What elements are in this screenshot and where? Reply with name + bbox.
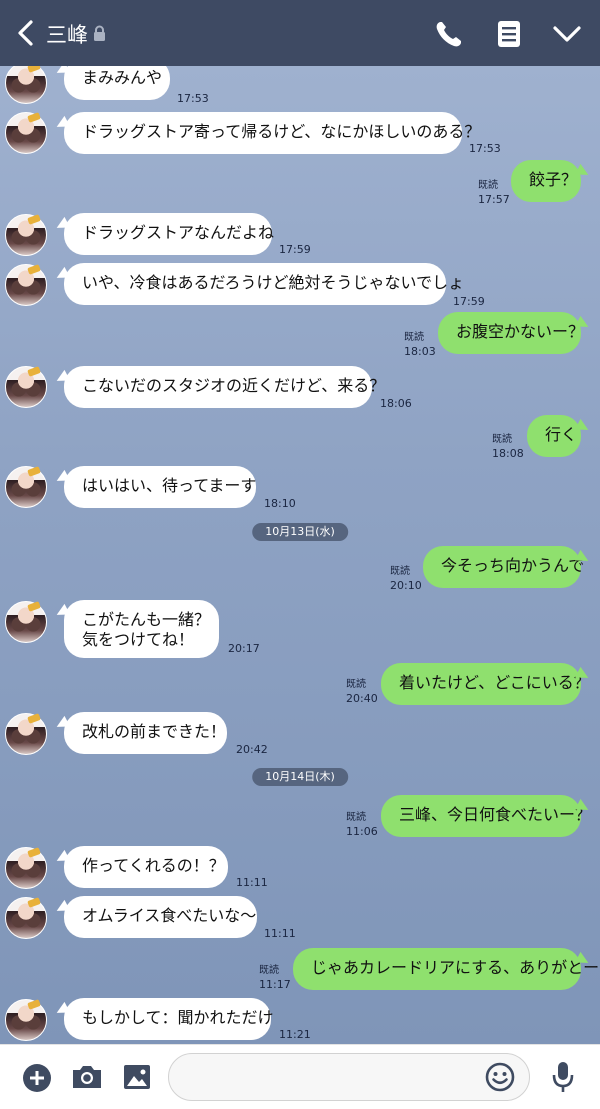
microphone-icon[interactable]: [548, 1059, 578, 1095]
message-time: 18:08: [492, 447, 524, 460]
chevron-left-icon[interactable]: [12, 17, 40, 49]
contact-avatar[interactable]: [5, 214, 47, 256]
message-bubble-incoming[interactable]: ドラッグストア寄って帰るけど、なにかほしいのある？: [64, 112, 480, 154]
chat-header: 三峰: [0, 0, 600, 66]
plus-circle-icon[interactable]: [21, 1062, 53, 1094]
message-time: 17:57: [478, 193, 510, 206]
message-bubble-outgoing[interactable]: 着いたけど、どこにいる？: [381, 663, 590, 705]
message-bubble-incoming[interactable]: こないだのスタジオの近くだけど、来る？: [64, 366, 385, 408]
message-bubble-incoming[interactable]: こがたんも一緒？ 気をつけてね！: [64, 600, 219, 658]
message-time: 17:59: [453, 295, 485, 308]
message-time: 11:11: [236, 876, 268, 889]
phone-icon[interactable]: [432, 18, 466, 50]
message-bubble-outgoing[interactable]: 餃子？: [511, 160, 581, 202]
chevron-down-icon[interactable]: [550, 18, 584, 50]
message-time: 11:06: [346, 825, 378, 838]
message-line: 気をつけてね！: [82, 630, 195, 649]
message-time: 18:03: [404, 345, 436, 358]
message-bubble-outgoing[interactable]: 今そっち向かうんで: [423, 546, 584, 588]
image-icon[interactable]: [121, 1062, 153, 1092]
read-receipt: 既読: [404, 332, 424, 343]
message-time: 20:17: [228, 642, 260, 655]
message-time: 11:21: [279, 1028, 311, 1041]
message-bubble-incoming[interactable]: ドラッグストアなんだよね: [64, 213, 274, 255]
message-time: 11:17: [259, 978, 291, 991]
read-receipt: 既読: [259, 965, 279, 976]
contact-avatar[interactable]: [5, 112, 47, 154]
camera-icon[interactable]: [70, 1062, 104, 1092]
chat-title[interactable]: 三峰: [46, 19, 88, 49]
read-receipt: 既読: [492, 434, 512, 445]
message-time: 18:10: [264, 497, 296, 510]
contact-avatar[interactable]: [5, 466, 47, 508]
read-receipt: 既読: [478, 180, 498, 191]
contact-avatar[interactable]: [5, 264, 47, 306]
contact-avatar[interactable]: [5, 999, 47, 1041]
message-time: 20:42: [236, 743, 268, 756]
contact-avatar[interactable]: [5, 366, 47, 408]
smiley-icon[interactable]: [484, 1061, 516, 1093]
message-time: 11:11: [264, 927, 296, 940]
message-bubble-incoming[interactable]: もしかして：聞かれただけ: [64, 998, 274, 1040]
date-separator: 10月14日(木): [252, 768, 348, 786]
message-input[interactable]: [168, 1053, 530, 1101]
contact-avatar[interactable]: [5, 847, 47, 889]
message-time: 20:40: [346, 692, 378, 705]
message-time: 17:53: [177, 92, 209, 105]
message-list[interactable]: まみみんや 17:53 ドラッグストア寄って帰るけど、なにかほしいのある？ 17…: [0, 66, 600, 1044]
date-separator: 10月13日(水): [252, 523, 348, 541]
read-receipt: 既読: [346, 812, 366, 823]
message-time: 17:59: [279, 243, 311, 256]
message-bubble-incoming[interactable]: 作ってくれるの！？: [64, 846, 228, 888]
message-time: 17:53: [469, 142, 501, 155]
message-bubble-incoming[interactable]: 改札の前まできた！: [64, 712, 227, 754]
read-receipt: 既読: [390, 566, 410, 577]
message-bubble-incoming[interactable]: オムライス食べたいな〜: [64, 896, 257, 938]
message-bubble-outgoing[interactable]: お腹空かないー？: [438, 312, 584, 354]
message-bubble-incoming[interactable]: いや、冷食はあるだろうけど絶対そうじゃないでしょ: [64, 263, 464, 305]
message-bubble-incoming[interactable]: はいはい、待ってまーす: [64, 466, 256, 508]
read-receipt: 既読: [346, 679, 366, 690]
contact-avatar[interactable]: [5, 601, 47, 643]
list-menu-icon[interactable]: [492, 18, 526, 50]
contact-avatar[interactable]: [5, 897, 47, 939]
message-time: 20:10: [390, 579, 422, 592]
message-time: 18:06: [380, 397, 412, 410]
lock-icon: [94, 25, 105, 41]
message-composer: [0, 1044, 600, 1109]
message-line: こがたんも一緒？: [82, 610, 211, 629]
contact-avatar[interactable]: [5, 713, 47, 755]
message-bubble-outgoing[interactable]: 三峰、今日何食べたいー？: [381, 795, 591, 837]
message-bubble-incoming[interactable]: まみみんや: [64, 66, 170, 100]
message-bubble-outgoing[interactable]: 行く: [527, 415, 581, 457]
contact-avatar[interactable]: [5, 66, 47, 104]
message-bubble-outgoing[interactable]: じゃあカレードリアにする、ありがとー: [293, 948, 599, 990]
